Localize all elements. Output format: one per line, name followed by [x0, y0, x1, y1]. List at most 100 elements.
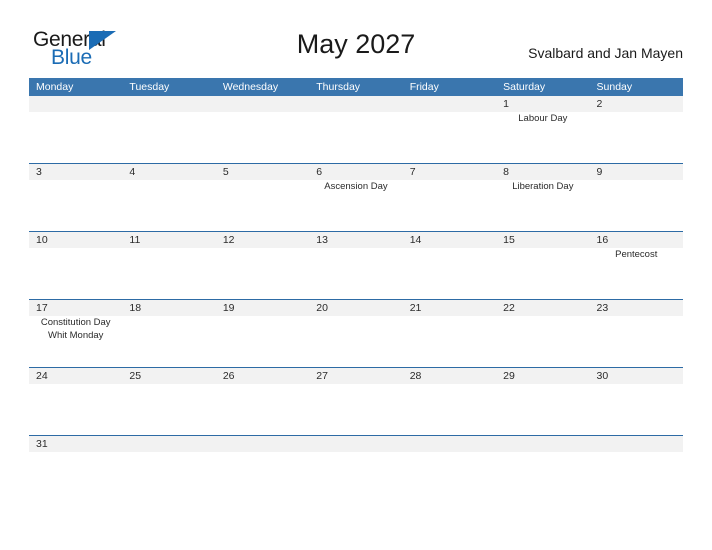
date-number: 26: [222, 370, 235, 382]
weekday-header-thursday: Thursday: [316, 81, 361, 93]
event-list: Pentecost: [590, 248, 683, 261]
event-list: Liberation Day: [496, 180, 589, 193]
day-cell-18[interactable]: 18: [122, 300, 215, 367]
date-number: 15: [503, 234, 515, 246]
day-cell-21[interactable]: 21: [403, 300, 496, 367]
day-cell-25[interactable]: 25: [122, 368, 215, 435]
day-cell-1[interactable]: 1 Labour Day: [496, 96, 589, 163]
day-cell-24[interactable]: 24: [29, 368, 122, 435]
week-cells: 10 11 12 13 14 15 16 Pentecost: [29, 232, 683, 299]
day-cell-7[interactable]: 7: [403, 164, 496, 231]
day-cell-9[interactable]: 9: [590, 164, 683, 231]
day-cell-5[interactable]: 5: [216, 164, 309, 231]
day-cell-20[interactable]: 20: [309, 300, 402, 367]
calendar-page: General Blue May 2027 Svalbard and Jan M…: [0, 0, 712, 550]
day-cell-17[interactable]: 17 Constitution Day Whit Monday: [29, 300, 122, 367]
day-cell-30[interactable]: 30: [590, 368, 683, 435]
date-number: 7: [409, 166, 416, 178]
date-number: 31: [36, 438, 48, 450]
day-cell-28[interactable]: 28: [403, 368, 496, 435]
day-cell-empty: [403, 436, 496, 476]
date-number: 20: [316, 302, 328, 314]
date-number: 1: [503, 98, 509, 110]
day-cell-empty: [122, 96, 215, 163]
day-cell-empty: [590, 436, 683, 476]
calendar-week-row: 10 11 12 13 14 15 16 Pentecost: [29, 231, 683, 299]
date-number: 22: [503, 302, 515, 314]
day-cell-14[interactable]: 14: [403, 232, 496, 299]
date-number: 16: [596, 234, 609, 246]
date-number: 13: [316, 234, 328, 246]
day-cell-empty: [309, 436, 402, 476]
day-cell-empty: [122, 436, 215, 476]
date-number: 4: [129, 166, 136, 178]
holiday-event: Pentecost: [615, 249, 658, 260]
day-cell-15[interactable]: 15: [496, 232, 589, 299]
date-number: 21: [409, 302, 422, 314]
day-cell-22[interactable]: 22: [496, 300, 589, 367]
holiday-event: Labour Day: [518, 113, 568, 124]
date-number: 19: [222, 302, 235, 314]
day-cell-11[interactable]: 11: [122, 232, 215, 299]
day-cell-empty: [216, 96, 309, 163]
day-cell-13[interactable]: 13: [309, 232, 402, 299]
day-cell-6[interactable]: 6 Ascension Day: [309, 164, 402, 231]
holiday-event: Constitution Day: [40, 317, 111, 328]
weekday-header-monday: Monday: [36, 81, 74, 93]
calendar-week-row: 24 25 26 27 28 29 30: [29, 367, 683, 435]
date-number: 30: [596, 370, 609, 382]
day-cell-29[interactable]: 29: [496, 368, 589, 435]
date-number: 6: [316, 166, 323, 178]
date-number: 10: [36, 234, 48, 246]
date-number: 9: [596, 166, 603, 178]
day-cell-empty: [216, 436, 309, 476]
holiday-event: Liberation Day: [512, 181, 574, 192]
day-cell-31[interactable]: 31: [29, 436, 122, 476]
weekday-header-sunday: Sunday: [596, 81, 633, 93]
event-list: Labour Day: [496, 112, 589, 125]
calendar-week-row: 3 4 5 6 Ascension Day 7 8 Liberation Day 9: [29, 163, 683, 231]
date-number: 25: [129, 370, 142, 382]
week-cells: 1 Labour Day 2: [29, 96, 683, 163]
date-number: 28: [409, 370, 422, 382]
day-cell-10[interactable]: 10: [29, 232, 122, 299]
calendar-weeks: 1 Labour Day 2 3 4 5 6 Ascension Day 7 8 Liberatio…: [29, 96, 683, 476]
page-header: General Blue May 2027 Svalbard and Jan M…: [0, 0, 712, 78]
day-cell-empty: [29, 96, 122, 163]
day-cell-27[interactable]: 27: [309, 368, 402, 435]
day-cell-12[interactable]: 12: [216, 232, 309, 299]
event-list: Constitution Day Whit Monday: [29, 316, 122, 342]
week-cells: 24 25 26 27 28 29 30: [29, 368, 683, 435]
week-cells: 17 Constitution Day Whit Monday 18 19 20 21 22 2…: [29, 300, 683, 367]
date-number: 27: [316, 370, 328, 382]
date-number: 17: [36, 302, 48, 314]
day-cell-26[interactable]: 26: [216, 368, 309, 435]
date-number: 24: [36, 370, 48, 382]
date-number: 14: [409, 234, 422, 246]
date-number: 2: [596, 98, 603, 110]
calendar-week-row: 17 Constitution Day Whit Monday 18 19 20 21 22 2…: [29, 299, 683, 367]
calendar-week-row: 1 Labour Day 2: [29, 96, 683, 163]
week-cells: 31: [29, 436, 683, 476]
calendar-grid: Monday Tuesday Wednesday Thursday Friday Satu…: [29, 78, 683, 476]
day-cell-empty: [496, 436, 589, 476]
date-number: 12: [222, 234, 235, 246]
day-cell-empty: [403, 96, 496, 163]
weekday-header-friday: Friday: [409, 81, 439, 93]
date-number: 8: [503, 166, 509, 178]
day-cell-2[interactable]: 2: [590, 96, 683, 163]
day-cell-23[interactable]: 23: [590, 300, 683, 367]
day-cell-empty: [309, 96, 402, 163]
holiday-event: Ascension Day: [324, 181, 388, 192]
date-number: 5: [222, 166, 229, 178]
day-cell-3[interactable]: 3: [29, 164, 122, 231]
day-cell-8[interactable]: 8 Liberation Day: [496, 164, 589, 231]
date-number: 3: [36, 166, 42, 178]
day-cell-16[interactable]: 16 Pentecost: [590, 232, 683, 299]
calendar-week-row: 31: [29, 435, 683, 476]
weekday-header-row: Monday Tuesday Wednesday Thursday Friday Satu…: [29, 78, 683, 96]
day-cell-19[interactable]: 19: [216, 300, 309, 367]
date-number: 11: [129, 234, 141, 246]
event-list: Ascension Day: [309, 180, 402, 193]
day-cell-4[interactable]: 4: [122, 164, 215, 231]
